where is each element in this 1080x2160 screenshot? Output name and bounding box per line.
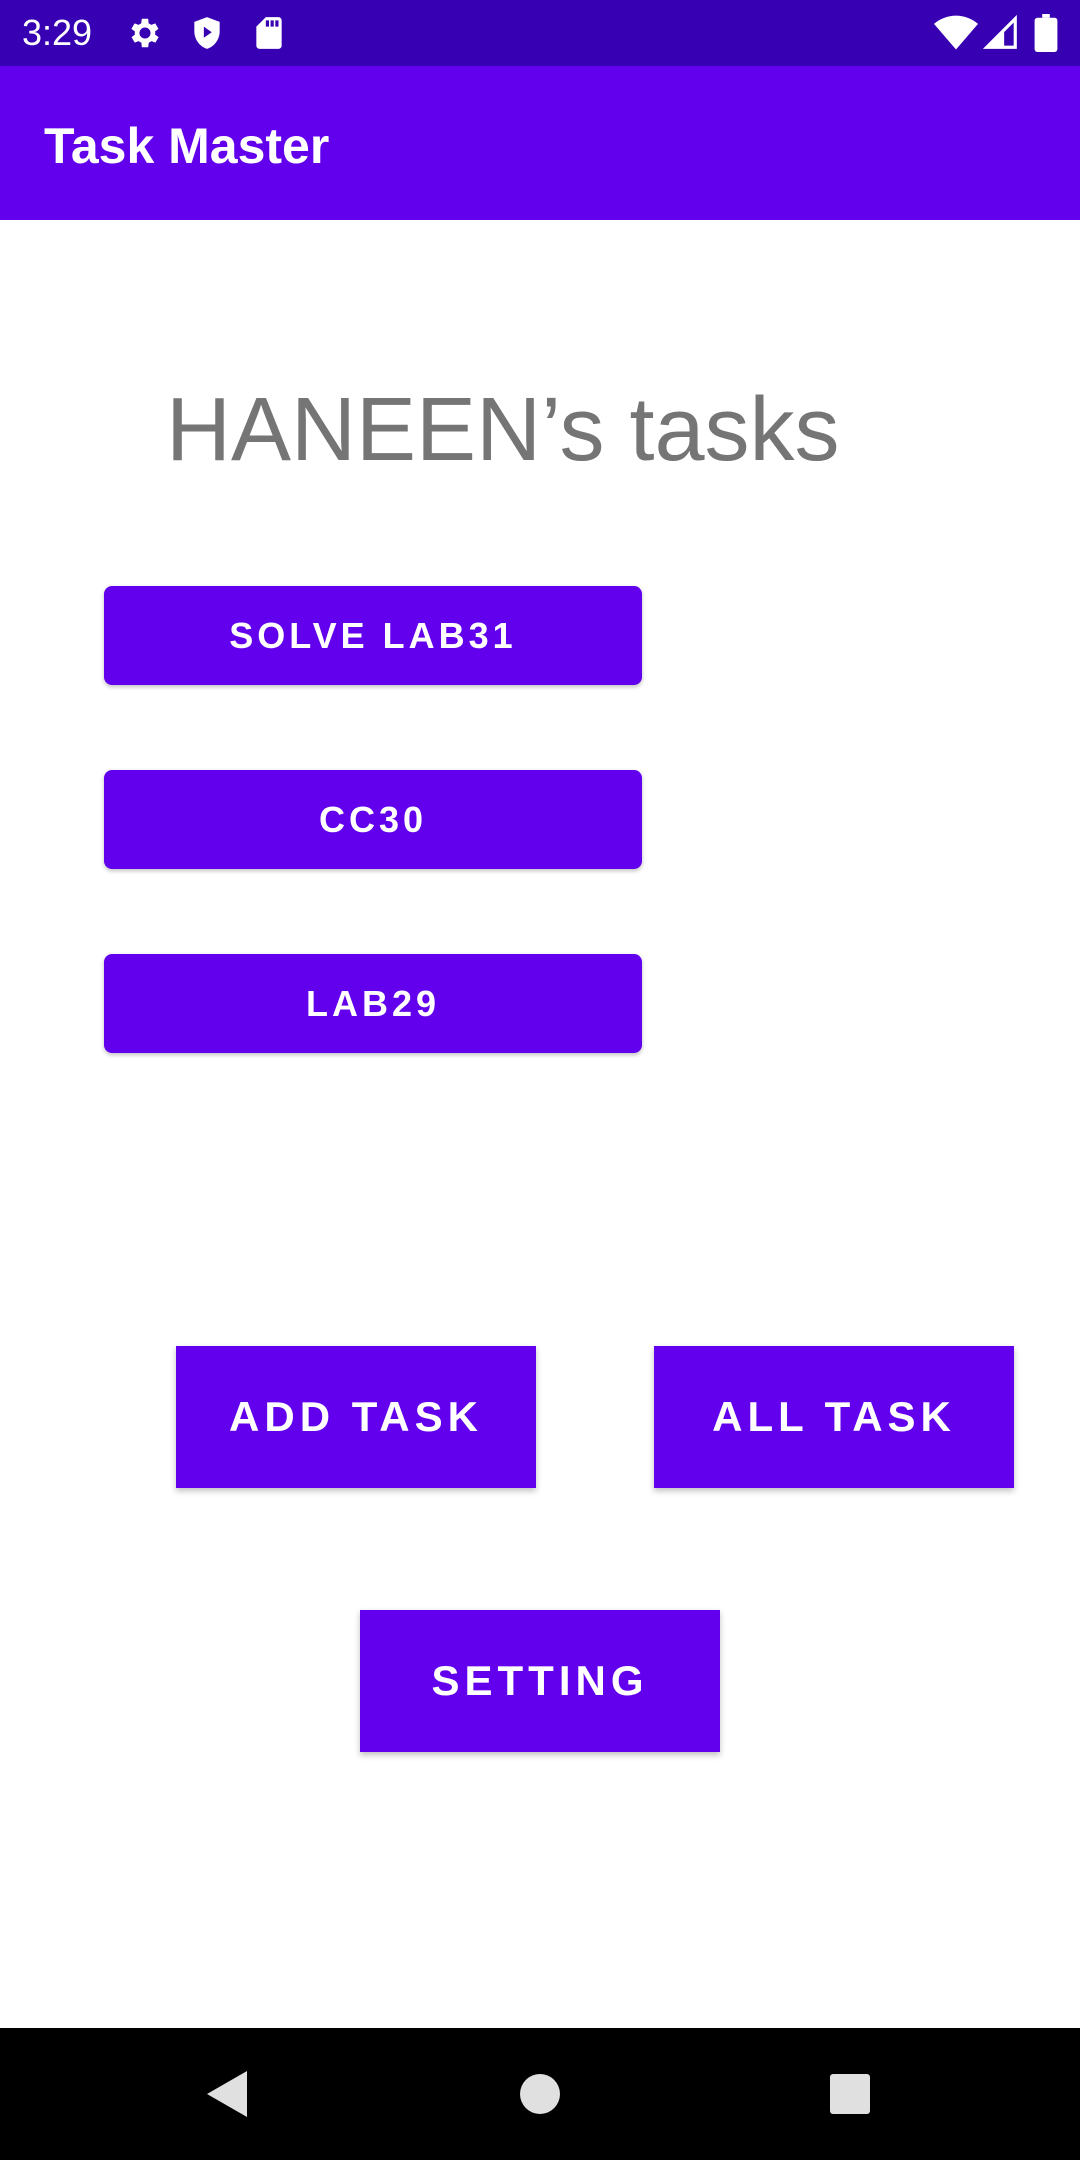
add-task-button[interactable]: ADD TASK	[176, 1346, 536, 1488]
wifi-icon	[934, 14, 978, 52]
task-button-lab29[interactable]: LAB29	[104, 954, 642, 1053]
back-icon[interactable]	[190, 2058, 262, 2130]
home-icon[interactable]	[504, 2058, 576, 2130]
app-bar: Task Master	[0, 66, 1080, 220]
task-button-solve-lab31[interactable]: SOLVE LAB31	[104, 586, 642, 685]
app-title: Task Master	[44, 118, 330, 174]
page-heading: HANEEN’s tasks	[166, 380, 840, 480]
all-task-button[interactable]: ALL TASK	[654, 1346, 1014, 1488]
status-time: 3:29	[22, 12, 93, 53]
gear-icon	[126, 14, 164, 52]
navigation-bar	[0, 2028, 1080, 2160]
status-bar: 3:29	[0, 0, 1080, 66]
setting-button[interactable]: SETTING	[360, 1610, 720, 1752]
shield-play-icon	[188, 14, 226, 52]
sd-card-icon	[250, 14, 288, 52]
recents-icon[interactable]	[814, 2058, 886, 2130]
screen: 3:29 Task Master HANEEN’s tasks SOLVE LA…	[0, 0, 1080, 2160]
signal-icon	[982, 14, 1020, 52]
task-button-cc30[interactable]: CC30	[104, 770, 642, 869]
battery-icon	[1034, 14, 1060, 52]
